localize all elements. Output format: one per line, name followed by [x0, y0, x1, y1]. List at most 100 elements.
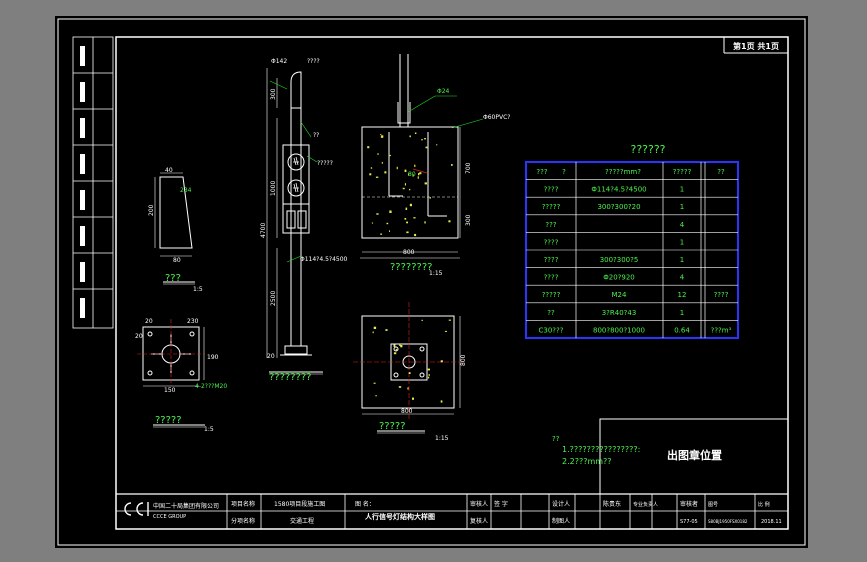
material-table-cell: ???: [545, 221, 556, 229]
concrete-dot: [373, 326, 377, 329]
concrete-dot: [372, 331, 374, 334]
spec-label: 专业负责人: [633, 501, 658, 508]
concrete-dot: [417, 176, 419, 179]
stiffener-dim: 200: [148, 204, 155, 216]
foundation-section-dim: Φ24: [437, 88, 450, 95]
material-table-cell: Φ20?920: [603, 274, 635, 282]
concrete-dot: [409, 188, 411, 191]
material-table-header: ?????mm?: [605, 168, 641, 176]
pole-dim: 20: [267, 353, 275, 360]
concrete-dot: [414, 164, 416, 167]
dwg-no-label: 图号: [708, 502, 718, 508]
foundation-section: [360, 54, 461, 259]
company-name-cn: 中国二十局集团有限公司: [153, 502, 219, 510]
concrete-dot: [369, 173, 372, 176]
page-label: 第1页 共1页: [733, 41, 779, 51]
concrete-dot: [376, 213, 379, 215]
material-table-cell: 0.64: [674, 326, 690, 334]
foundation-section-dim: 700: [465, 162, 472, 174]
cad-label: 制图人: [552, 517, 570, 525]
concrete-dot: [427, 376, 430, 379]
baseplate-dim: 20: [135, 333, 143, 340]
baseplate-dim: 150: [164, 387, 176, 394]
material-table: ???? ?????mm???????????? Φ114?4.5?4500 1???…: [525, 161, 739, 339]
concrete-dot: [399, 344, 401, 346]
concrete-dot: [396, 166, 398, 170]
concrete-dot: [428, 374, 430, 376]
material-table-header: ?: [562, 168, 566, 176]
dwg-no-value: S80BJ1950FSX0182: [708, 519, 748, 524]
concrete-dot: [389, 230, 390, 232]
drawing-title: 人行信号灯结构大样图: [365, 512, 435, 521]
designer-label: 设计人: [552, 500, 570, 508]
concrete-dot: [386, 222, 389, 225]
concrete-dot: [389, 210, 392, 213]
material-table-cell: 1: [680, 256, 684, 264]
pole-caption: ????????: [269, 372, 311, 383]
baseplate-centerlines: [137, 319, 205, 386]
concrete-dot: [380, 233, 382, 235]
concrete-dot: [375, 395, 377, 397]
concrete-dot: [424, 221, 426, 224]
pole-dim: Φ142: [271, 58, 287, 65]
foundation-plan-scale: 1:15: [435, 435, 449, 442]
foundation-plan-dim: 800: [460, 354, 467, 366]
baseplate-scale: 1:5: [204, 426, 214, 433]
concrete-dot: [388, 154, 391, 157]
review-label: 审核者: [680, 500, 698, 508]
baseplate-dim: 20: [145, 318, 153, 325]
concrete-dot: [409, 135, 411, 138]
material-table-cell: ????: [544, 274, 559, 282]
project-name-label: 项目名称: [231, 500, 255, 508]
concrete-dot: [400, 345, 403, 348]
sub-project-label: 分项名称: [231, 517, 255, 525]
concrete-dot: [409, 203, 412, 207]
concrete-dot: [421, 319, 423, 321]
pole-dim: 4700: [260, 223, 267, 238]
material-table-cell: C30???: [539, 326, 564, 334]
drawing-canvas: 第1页 共1页 40 234 200 80 ??? 1:5 20 230 20 …: [57, 18, 806, 546]
binding-strip-marks: [80, 46, 85, 318]
concrete-dot: [393, 352, 397, 355]
foundation-section-caption: ????????: [390, 262, 432, 273]
designer-value: 陈贵东: [603, 500, 621, 508]
material-table-header: ?????: [673, 168, 692, 176]
notes-line: 1.????????????????:: [562, 445, 640, 454]
foundation-plan: [361, 315, 461, 434]
sub-project-value: 交通工程: [290, 517, 314, 525]
material-table-cell: 1: [680, 238, 684, 246]
concrete-dot: [406, 221, 408, 224]
concrete-dot: [448, 220, 451, 223]
notes-line: 2.2???mm??: [562, 457, 612, 466]
concrete-dot: [385, 329, 388, 331]
concrete-dot: [451, 164, 453, 166]
concrete-dot: [373, 382, 376, 384]
concrete-dot: [405, 207, 408, 210]
material-table-header: ??: [717, 168, 725, 176]
baseplate-dim: 4-2???M20: [195, 383, 227, 390]
concrete-dot: [375, 176, 379, 178]
concrete-dot: [413, 217, 416, 219]
foundation-section-dim: 800: [403, 249, 415, 256]
material-table-cell: ???m³: [711, 326, 732, 334]
checker-label: 复核人: [470, 517, 488, 525]
material-table-cell: ????: [544, 186, 559, 194]
material-table-cell: 4: [680, 274, 685, 282]
concrete-dot: [425, 146, 428, 149]
material-table-cell: 1: [680, 203, 684, 211]
foundation-section-dim: 300: [465, 214, 472, 226]
concrete-dot: [395, 348, 398, 351]
pole-dim: Φ114?4.5?4500: [300, 256, 348, 263]
stiffener-dim: 80: [173, 257, 181, 264]
concrete-dot: [414, 132, 417, 134]
pole-dim: ????: [307, 58, 320, 65]
stiffener-scale: 1:5: [193, 286, 203, 293]
company-name-en: CCCE GROUP: [153, 514, 186, 520]
pole-dim: 1000: [270, 181, 277, 196]
pole-elevation: [266, 68, 323, 375]
foundation-section-dim: 80: [408, 171, 416, 178]
drawing-label: 图 名：: [355, 500, 375, 508]
material-table-cell: 1: [680, 186, 684, 194]
baseplate-view: [142, 326, 205, 428]
concrete-dot: [371, 222, 373, 224]
